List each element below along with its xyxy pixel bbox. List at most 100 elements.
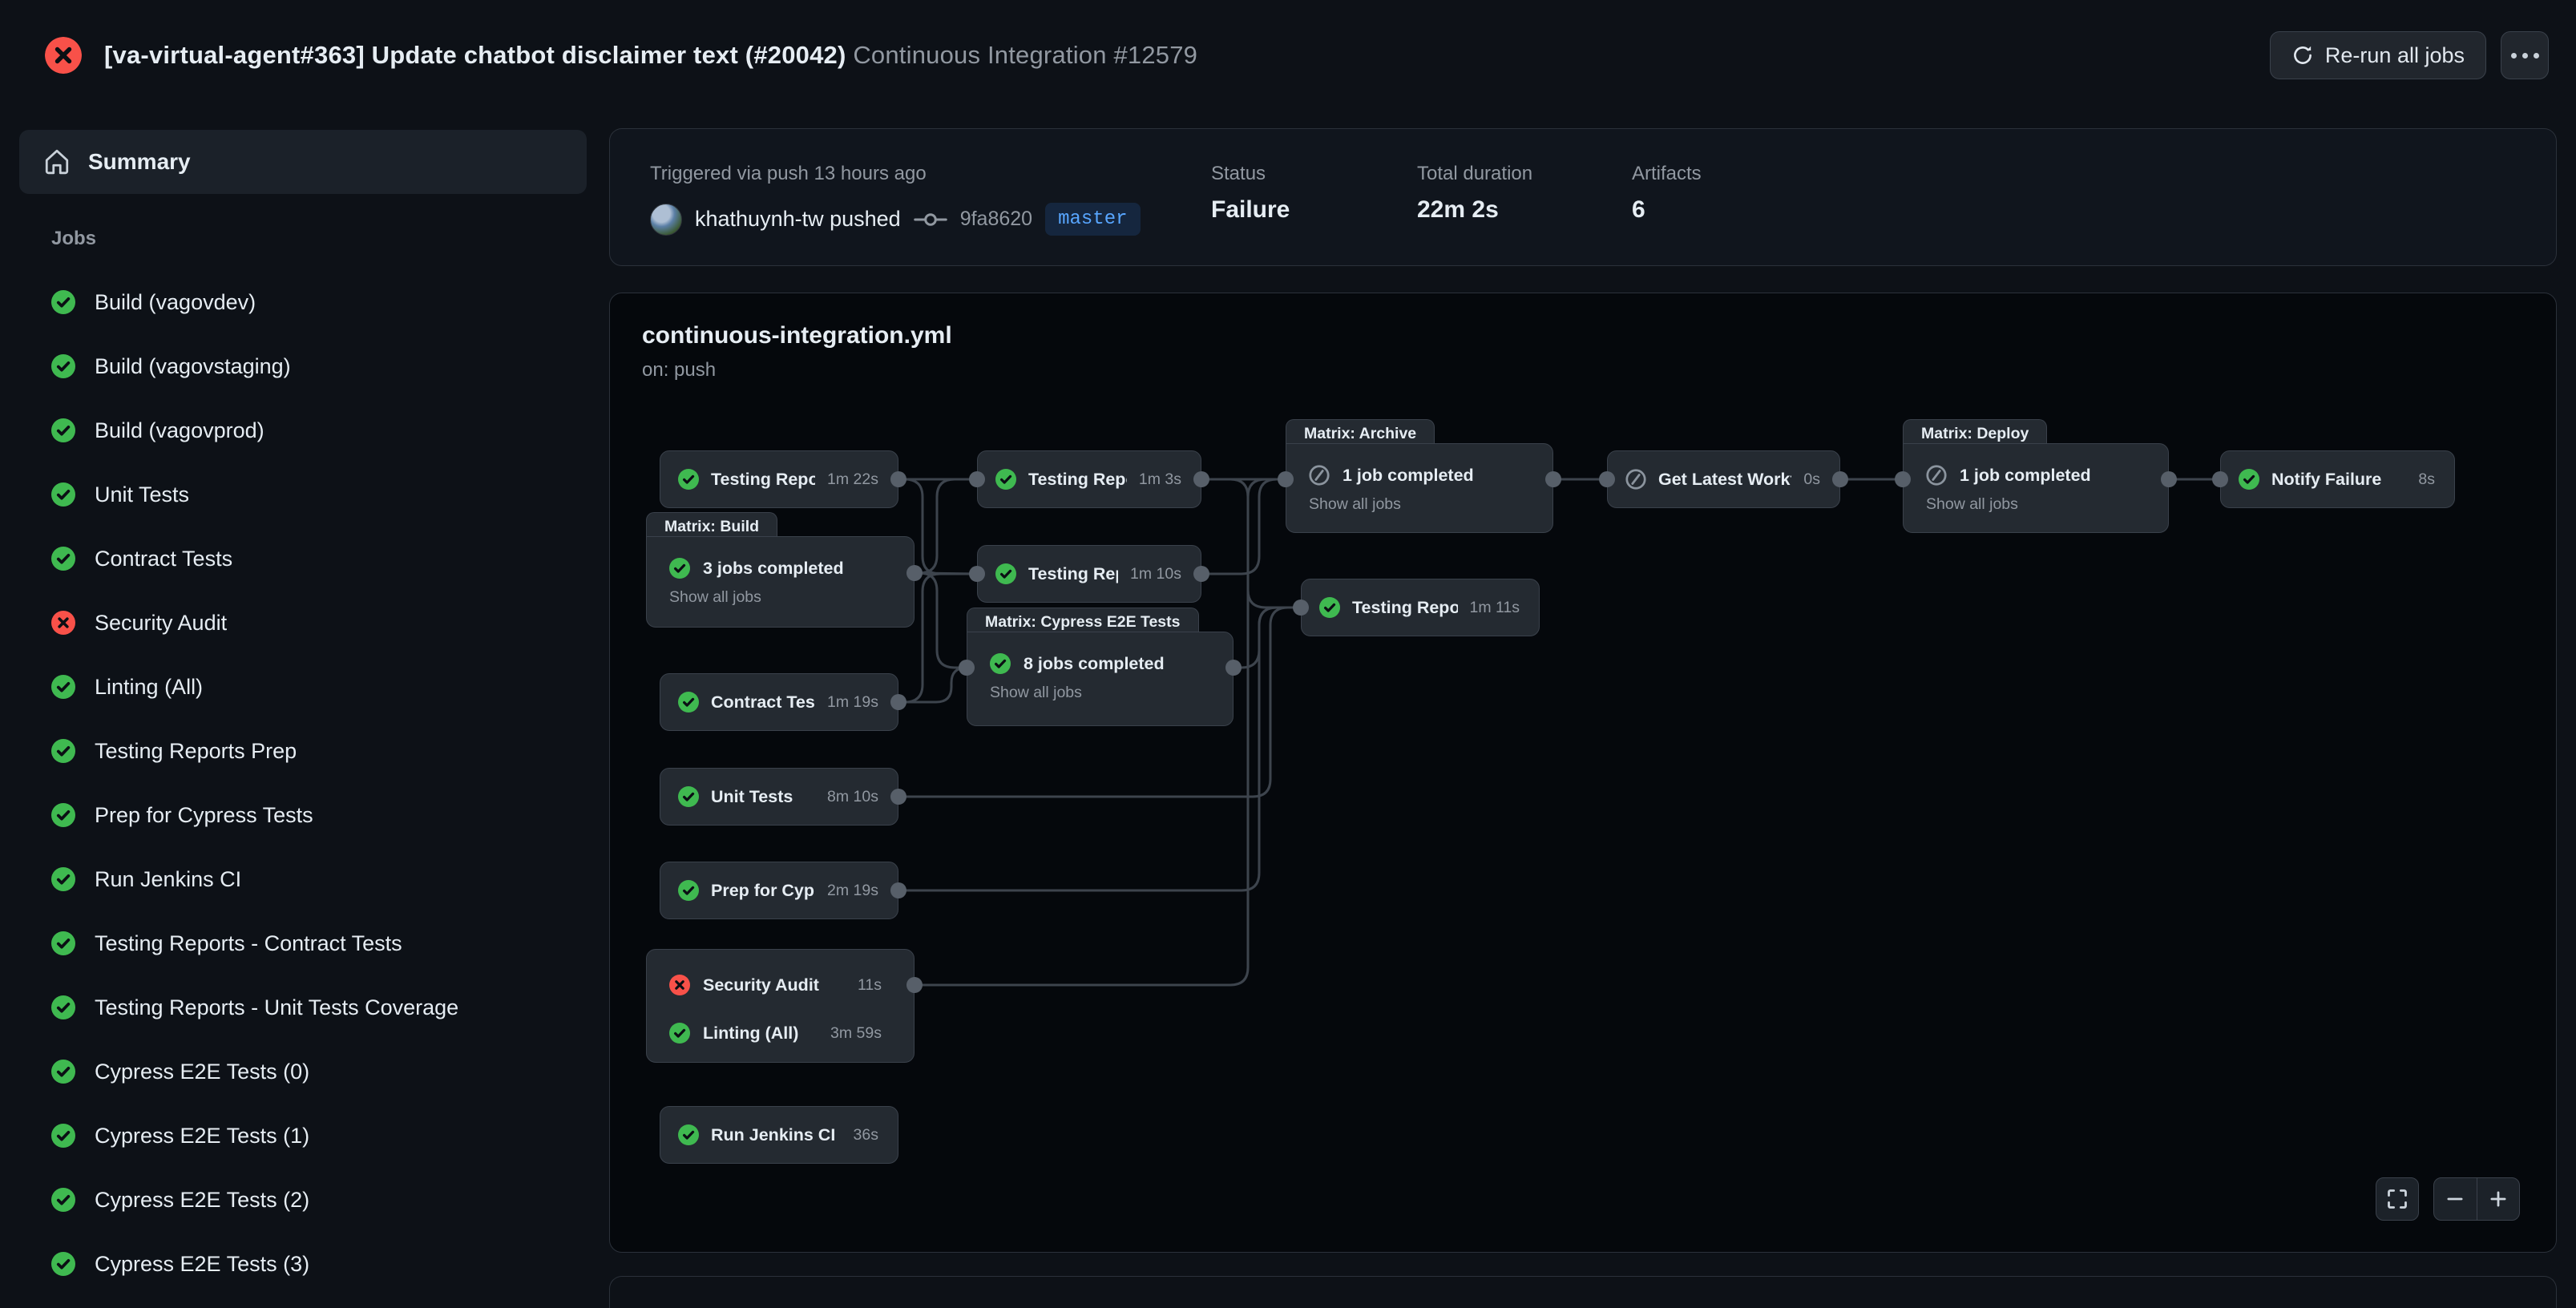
group-body: Security Audit 11s Linting (All) 3m 59s xyxy=(646,949,915,1063)
success-icon xyxy=(51,418,75,442)
artifacts-count: 6 xyxy=(1632,196,1702,224)
sidebar-item-summary[interactable]: Summary xyxy=(19,130,587,194)
group-summary-label: 8 jobs completed xyxy=(1024,654,1165,674)
node-duration: 11s xyxy=(858,976,882,995)
job-label: Cypress E2E Tests (2) xyxy=(95,1188,309,1213)
graph-node-notify[interactable]: Notify Failure 8s xyxy=(2220,450,2455,508)
duration-label: Total duration xyxy=(1417,163,1532,185)
skipped-icon xyxy=(1926,465,1947,486)
graph-node-contract[interactable]: Contract Tests1m 19s xyxy=(660,673,898,731)
success-icon xyxy=(51,1188,75,1212)
graph-group-cypress[interactable]: Matrix: Cypress E2E Tests 8 jobs complet… xyxy=(967,632,1233,726)
node-duration: 3m 59s xyxy=(830,1024,882,1043)
sidebar-item-job[interactable]: Contract Tests xyxy=(19,527,587,591)
sidebar-item-job[interactable]: Unit Tests xyxy=(19,462,587,527)
artifacts-label: Artifacts xyxy=(1632,163,1702,185)
sidebar-item-job[interactable]: Testing Reports Prep xyxy=(19,719,587,783)
job-label: Build (vagovdev) xyxy=(95,290,256,315)
success-icon xyxy=(2239,469,2259,490)
branch-badge[interactable]: master xyxy=(1045,203,1140,236)
success-icon xyxy=(51,1124,75,1148)
node-duration: 1m 19s xyxy=(827,693,878,712)
status-label: Status xyxy=(1211,163,1290,185)
sidebar-item-job[interactable]: Run Jenkins CI xyxy=(19,847,587,911)
duration-value: 22m 2s xyxy=(1417,196,1532,224)
status-column: Status Failure xyxy=(1211,163,1290,224)
sidebar-item-job[interactable]: Build (vagovdev) xyxy=(19,270,587,334)
run-options-kebab-button[interactable] xyxy=(2501,31,2549,79)
rerun-all-jobs-button[interactable]: Re-run all jobs xyxy=(2270,31,2486,79)
success-icon xyxy=(51,739,75,763)
group-summary-label: 1 job completed xyxy=(1960,466,2091,486)
sidebar-item-job[interactable]: Cypress E2E Tests (1) xyxy=(19,1104,587,1168)
show-all-jobs-link[interactable]: Show all jobs xyxy=(669,588,891,607)
sidebar-item-job[interactable]: Build (vagovprod) xyxy=(19,398,587,462)
group-job-row[interactable]: Security Audit 11s xyxy=(647,961,914,1009)
graph-group-deploy[interactable]: Matrix: Deploy 1 job completedShow all j… xyxy=(1903,443,2169,533)
graph-node-prepcyp[interactable]: Prep for Cypress Tests2m 19s xyxy=(660,862,898,919)
graph-group-secgroup[interactable]: Security Audit 11s Linting (All) 3m 59s xyxy=(646,949,915,1063)
jobs-list: Build (vagovdev) Build (vagovstaging) Bu… xyxy=(19,270,587,1296)
group-job-row[interactable]: Linting (All) 3m 59s xyxy=(647,1009,914,1057)
graph-node-jenkins[interactable]: Run Jenkins CI36s xyxy=(660,1106,898,1164)
node-label: Testing Reports Prep xyxy=(711,470,815,490)
node-duration: 1m 10s xyxy=(1130,565,1181,583)
sidebar-item-job[interactable]: Build (vagovstaging) xyxy=(19,334,587,398)
skipped-icon xyxy=(1625,469,1646,490)
node-label: Testing Reports - Contr... xyxy=(1028,470,1127,490)
sidebar-item-job[interactable]: Linting (All) xyxy=(19,655,587,719)
workflow-graph-panel: continuous-integration.yml on: push Test… xyxy=(609,293,2557,1253)
job-label: Run Jenkins CI xyxy=(95,867,241,892)
graph-node-trcontract[interactable]: Testing Reports - Contr... 1m 3s xyxy=(977,450,1201,508)
node-duration: 0s xyxy=(1803,470,1820,489)
sidebar-item-job[interactable]: Cypress E2E Tests (0) xyxy=(19,1040,587,1104)
success-icon xyxy=(1319,597,1340,618)
graph-node-trprep[interactable]: Testing Reports Prep1m 22s xyxy=(660,450,898,508)
sidebar-item-job[interactable]: Prep for Cypress Tests xyxy=(19,783,587,847)
sidebar-item-job[interactable]: Testing Reports - Unit Tests Coverage xyxy=(19,975,587,1040)
node-label: Linting (All) xyxy=(703,1023,818,1044)
success-icon xyxy=(51,547,75,571)
graph-node-trcypr[interactable]: Testing Reports - Cypr...1m 11s xyxy=(1301,579,1540,636)
success-icon xyxy=(51,931,75,955)
status-value: Failure xyxy=(1211,196,1290,224)
sidebar-item-job[interactable]: Testing Reports - Contract Tests xyxy=(19,911,587,975)
node-label: Notify Failure xyxy=(2271,470,2406,490)
sidebar-item-job[interactable]: Cypress E2E Tests (3) xyxy=(19,1232,587,1296)
graph-group-build[interactable]: Matrix: Build 3 jobs completedShow all j… xyxy=(646,536,915,628)
zoom-out-button[interactable] xyxy=(2434,1177,2477,1221)
graph-group-archive[interactable]: Matrix: Archive 1 job completedShow all … xyxy=(1286,443,1553,533)
workflow-name-run-number: Continuous Integration #12579 xyxy=(853,41,1197,69)
graph-node-getlatest[interactable]: Get Latest Workflow Run N...0s xyxy=(1607,450,1840,508)
node-label: Security Audit xyxy=(703,975,845,995)
avatar[interactable] xyxy=(650,204,682,236)
graph-node-unit[interactable]: Unit Tests8m 10s xyxy=(660,768,898,826)
failure-icon xyxy=(669,975,690,995)
success-icon xyxy=(51,675,75,699)
show-all-jobs-link[interactable]: Show all jobs xyxy=(1309,495,1530,514)
job-label: Build (vagovstaging) xyxy=(95,354,291,379)
sidebar-item-job[interactable]: Cypress E2E Tests (2) xyxy=(19,1168,587,1232)
summary-label: Summary xyxy=(88,149,191,175)
group-body: 1 job completed Show all jobs xyxy=(1903,443,2169,533)
page-title: [va-virtual-agent#363] Update chatbot di… xyxy=(104,41,1197,70)
node-duration: 8s xyxy=(2418,470,2435,489)
node-duration: 2m 19s xyxy=(827,882,878,900)
workflow-graph-canvas[interactable]: Testing Reports Prep1m 22s Matrix: Build … xyxy=(610,293,2556,1252)
job-label: Cypress E2E Tests (0) xyxy=(95,1060,309,1084)
commit-sha-link[interactable]: 9fa8620 xyxy=(960,208,1032,231)
success-icon xyxy=(51,995,75,1019)
node-duration: 1m 3s xyxy=(1139,470,1181,489)
group-summary-label: 1 job completed xyxy=(1343,466,1474,486)
show-all-jobs-link[interactable]: Show all jobs xyxy=(990,684,1210,702)
actor-pushed-text[interactable]: khathuynh-tw pushed xyxy=(695,207,901,232)
zoom-in-button[interactable] xyxy=(2477,1177,2519,1221)
graph-fit-button[interactable] xyxy=(2376,1177,2419,1221)
node-duration: 8m 10s xyxy=(827,788,878,806)
success-icon xyxy=(51,803,75,827)
minus-icon xyxy=(2445,1189,2465,1209)
show-all-jobs-link[interactable]: Show all jobs xyxy=(1926,495,2146,514)
graph-node-trunit[interactable]: Testing Reports - Unit ...1m 10s xyxy=(977,545,1201,603)
sidebar-item-job[interactable]: Security Audit xyxy=(19,591,587,655)
job-label: Prep for Cypress Tests xyxy=(95,803,313,828)
